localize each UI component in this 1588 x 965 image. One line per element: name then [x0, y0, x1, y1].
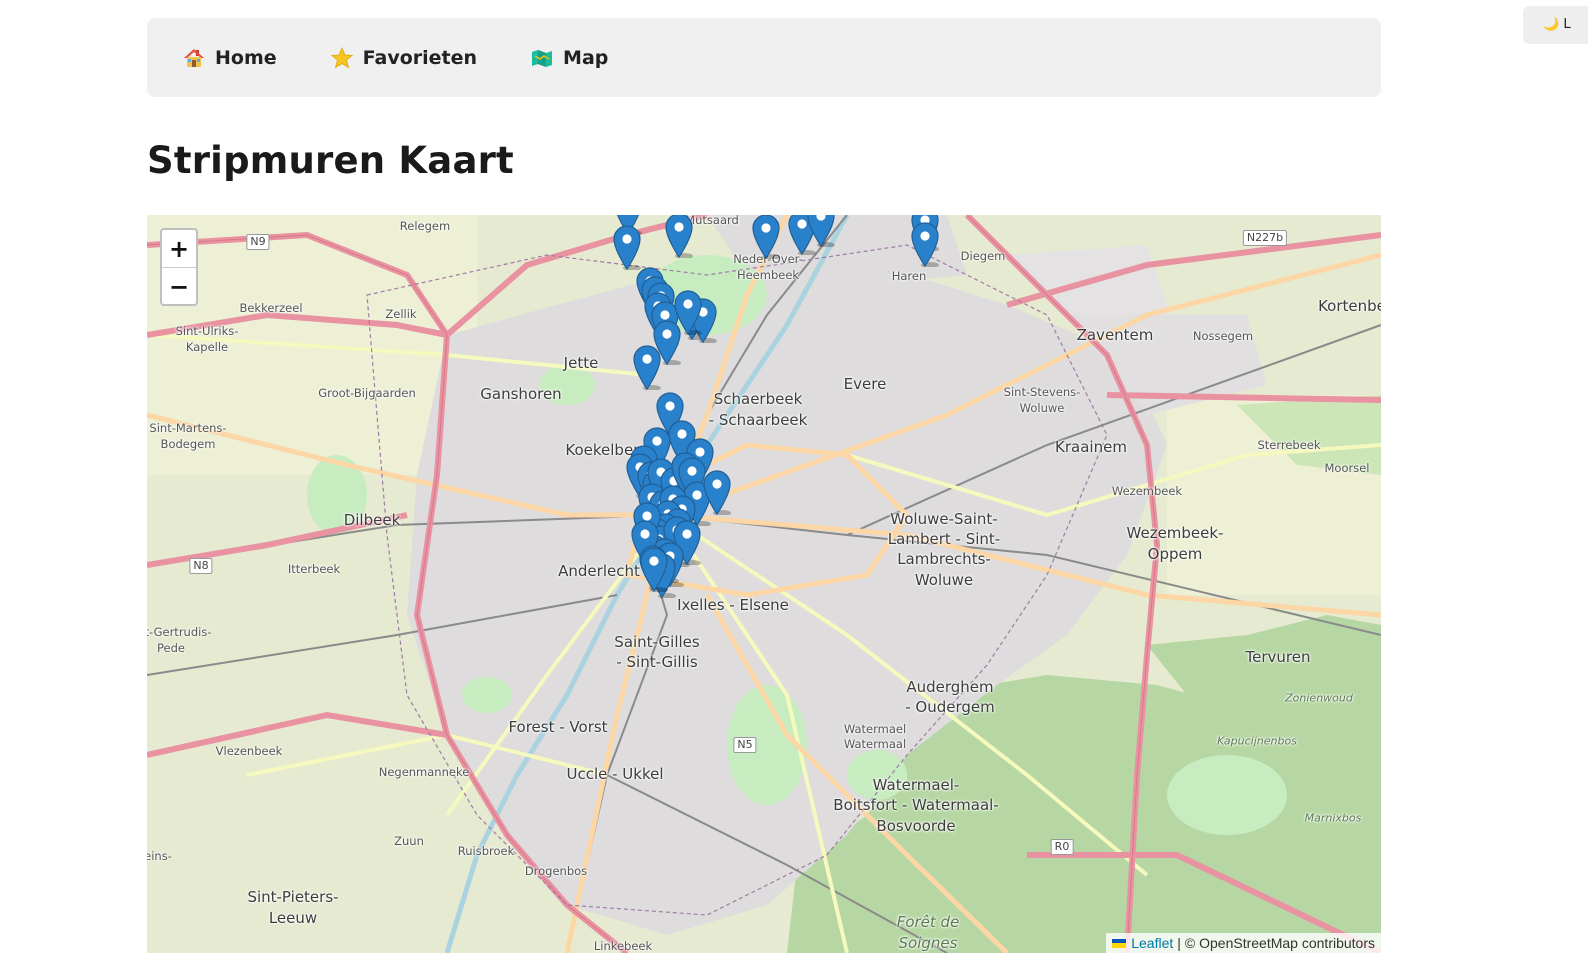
star-icon [330, 46, 353, 69]
leaflet-link[interactable]: Leaflet [1131, 934, 1173, 952]
map-marker-icon[interactable] [632, 344, 662, 391]
map-marker-icon[interactable] [702, 469, 732, 516]
map-marker-icon[interactable] [612, 224, 642, 271]
map-icon [531, 47, 553, 69]
map-marker-icon[interactable] [806, 215, 836, 248]
zoom-out-button[interactable]: − [162, 268, 196, 304]
map-attribution: Leaflet | © OpenStreetMap contributors [1106, 933, 1381, 953]
map-marker-icon[interactable] [910, 221, 940, 268]
theme-toggle-button[interactable]: 🌙 L [1523, 6, 1588, 44]
page-title: Stripmuren Kaart [147, 139, 514, 182]
nav-item-map[interactable]: Map [531, 47, 608, 69]
navbar: Home Favorieten Map [147, 18, 1381, 97]
ukraine-flag-icon [1112, 938, 1127, 948]
attribution-separator: | [1177, 935, 1181, 951]
map-marker-icon[interactable] [664, 215, 694, 259]
map-marker-icon[interactable] [751, 215, 781, 260]
marker-layer [147, 215, 1381, 953]
theme-toggle-label: L [1563, 17, 1571, 32]
nav-item-label: Home [215, 46, 277, 69]
osm-attribution: © OpenStreetMap contributors [1184, 935, 1375, 951]
house-icon [183, 47, 205, 69]
map-container[interactable]: Relegem Mutsaard Neder-Over- Heembeek Ha… [147, 215, 1381, 953]
map-marker-icon[interactable] [639, 546, 669, 593]
nav-item-favorieten[interactable]: Favorieten [330, 46, 478, 69]
nav-item-label: Favorieten [362, 46, 478, 69]
zoom-control: + − [160, 228, 198, 306]
nav-item-home[interactable]: Home [183, 47, 277, 69]
nav-item-label: Map [563, 46, 609, 69]
zoom-in-button[interactable]: + [162, 230, 196, 268]
moon-icon: 🌙 [1543, 17, 1560, 32]
